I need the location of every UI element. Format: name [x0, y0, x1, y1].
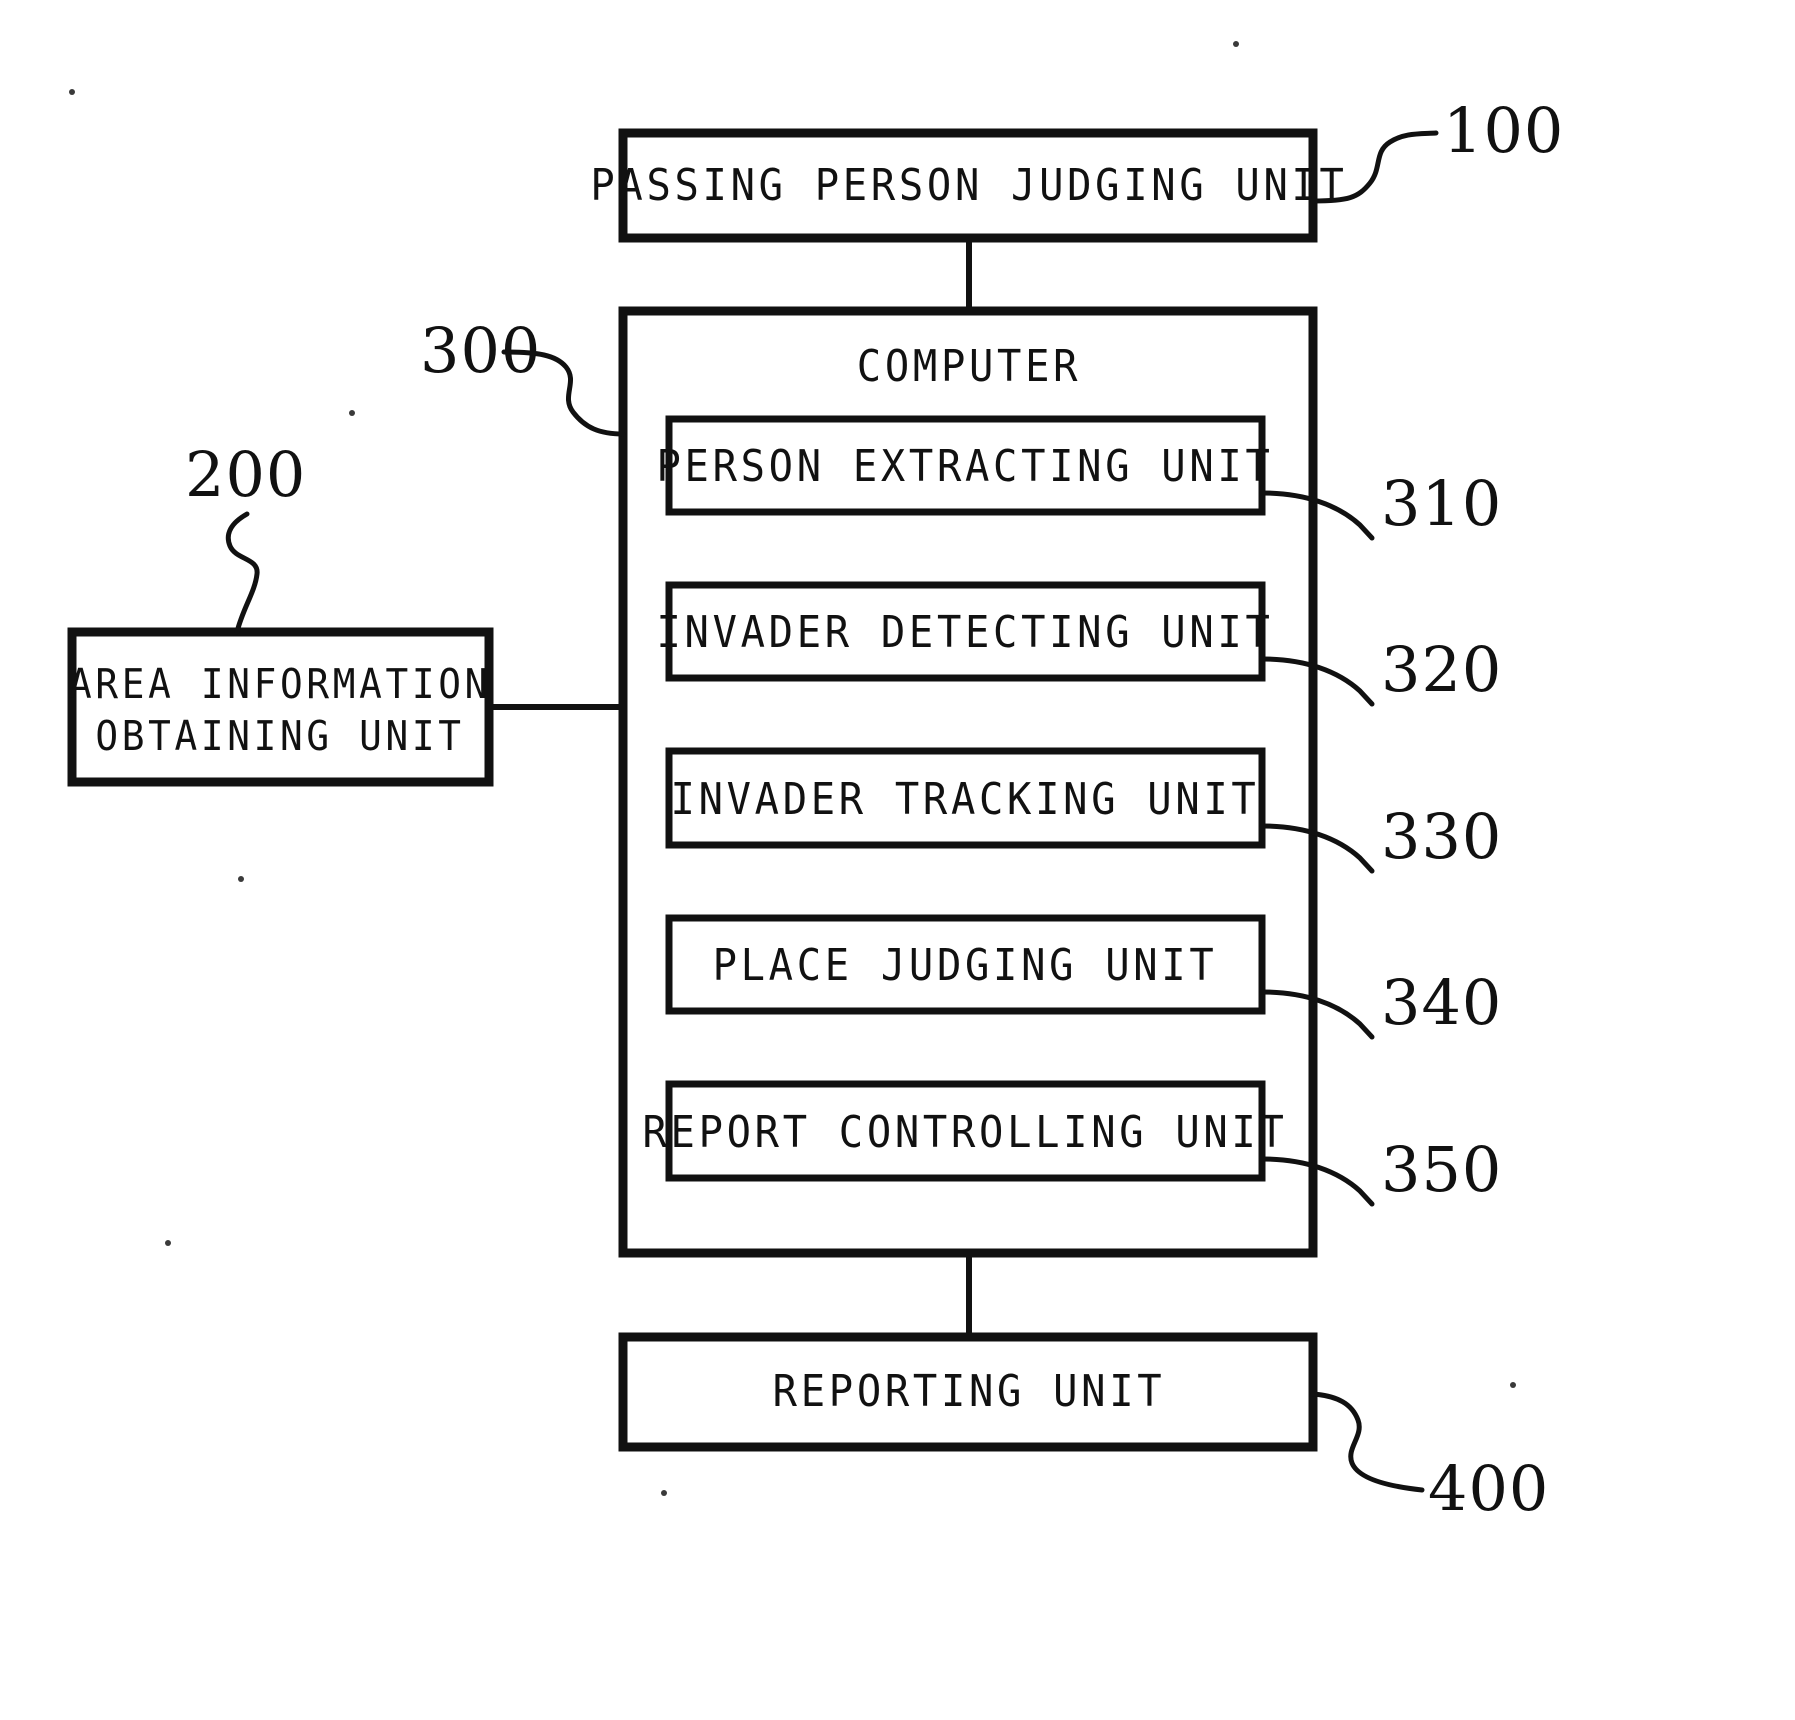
ref-number-100: 100	[1443, 94, 1564, 167]
leader-200: 200	[185, 438, 306, 635]
diagram-canvas: PASSING PERSON JUDGING UNIT 100 COMPUTER…	[67, 41, 1564, 1525]
leader-300: 300	[420, 314, 626, 437]
leader-100: 100	[1310, 94, 1564, 204]
passing-person-judging-unit-label: PASSING PERSON JUDGING UNIT	[590, 159, 1347, 210]
block-invader-tracking-unit[interactable]: INVADER TRACKING UNIT	[665, 747, 1266, 849]
ref-number-200: 200	[185, 438, 306, 511]
invader-tracking-unit-label: INVADER TRACKING UNIT	[671, 773, 1260, 824]
speck	[1233, 41, 1239, 47]
ref-number-400: 400	[1428, 1452, 1549, 1525]
speck	[661, 1490, 667, 1496]
ref-number-300: 300	[420, 314, 541, 387]
speck	[238, 876, 244, 882]
block-invader-detecting-unit[interactable]: INVADER DETECTING UNIT	[657, 581, 1274, 682]
place-judging-unit-label: PLACE JUDGING UNIT	[713, 939, 1218, 990]
area-information-obtaining-unit-label-line1: AREA INFORMATION	[69, 661, 491, 709]
speck	[349, 410, 355, 416]
leader-line-200	[225, 511, 260, 635]
computer-label: COMPUTER	[857, 340, 1081, 391]
ref-number-320: 320	[1381, 633, 1502, 706]
speck	[1510, 1382, 1516, 1388]
block-person-extracting-unit[interactable]: PERSON EXTRACTING UNIT	[657, 415, 1274, 516]
invader-detecting-unit-label: INVADER DETECTING UNIT	[657, 606, 1274, 657]
patent-figure: PASSING PERSON JUDGING UNIT 100 COMPUTER…	[0, 0, 1795, 1720]
ref-number-340: 340	[1381, 966, 1502, 1039]
leader-line-400	[1310, 1391, 1425, 1493]
block-area-information-obtaining-unit[interactable]: AREA INFORMATION OBTAINING UNIT	[67, 627, 494, 787]
area-information-obtaining-unit-label-line2: OBTAINING UNIT	[95, 713, 464, 761]
ref-number-330: 330	[1381, 800, 1502, 873]
block-reporting-unit[interactable]: REPORTING UNIT	[618, 1332, 1318, 1452]
ref-number-350: 350	[1381, 1133, 1502, 1206]
block-passing-person-judging-unit[interactable]: PASSING PERSON JUDGING UNIT	[590, 128, 1347, 243]
block-report-controlling-unit[interactable]: REPORT CONTROLLING UNIT	[642, 1080, 1287, 1182]
speck	[165, 1240, 171, 1246]
leader-400: 400	[1310, 1391, 1549, 1525]
person-extracting-unit-label: PERSON EXTRACTING UNIT	[657, 440, 1274, 491]
ref-number-310: 310	[1381, 467, 1502, 540]
reporting-unit-label: REPORTING UNIT	[773, 1365, 1166, 1416]
report-controlling-unit-label: REPORT CONTROLLING UNIT	[642, 1106, 1287, 1157]
speck	[69, 89, 75, 95]
block-place-judging-unit[interactable]: PLACE JUDGING UNIT	[665, 914, 1266, 1015]
